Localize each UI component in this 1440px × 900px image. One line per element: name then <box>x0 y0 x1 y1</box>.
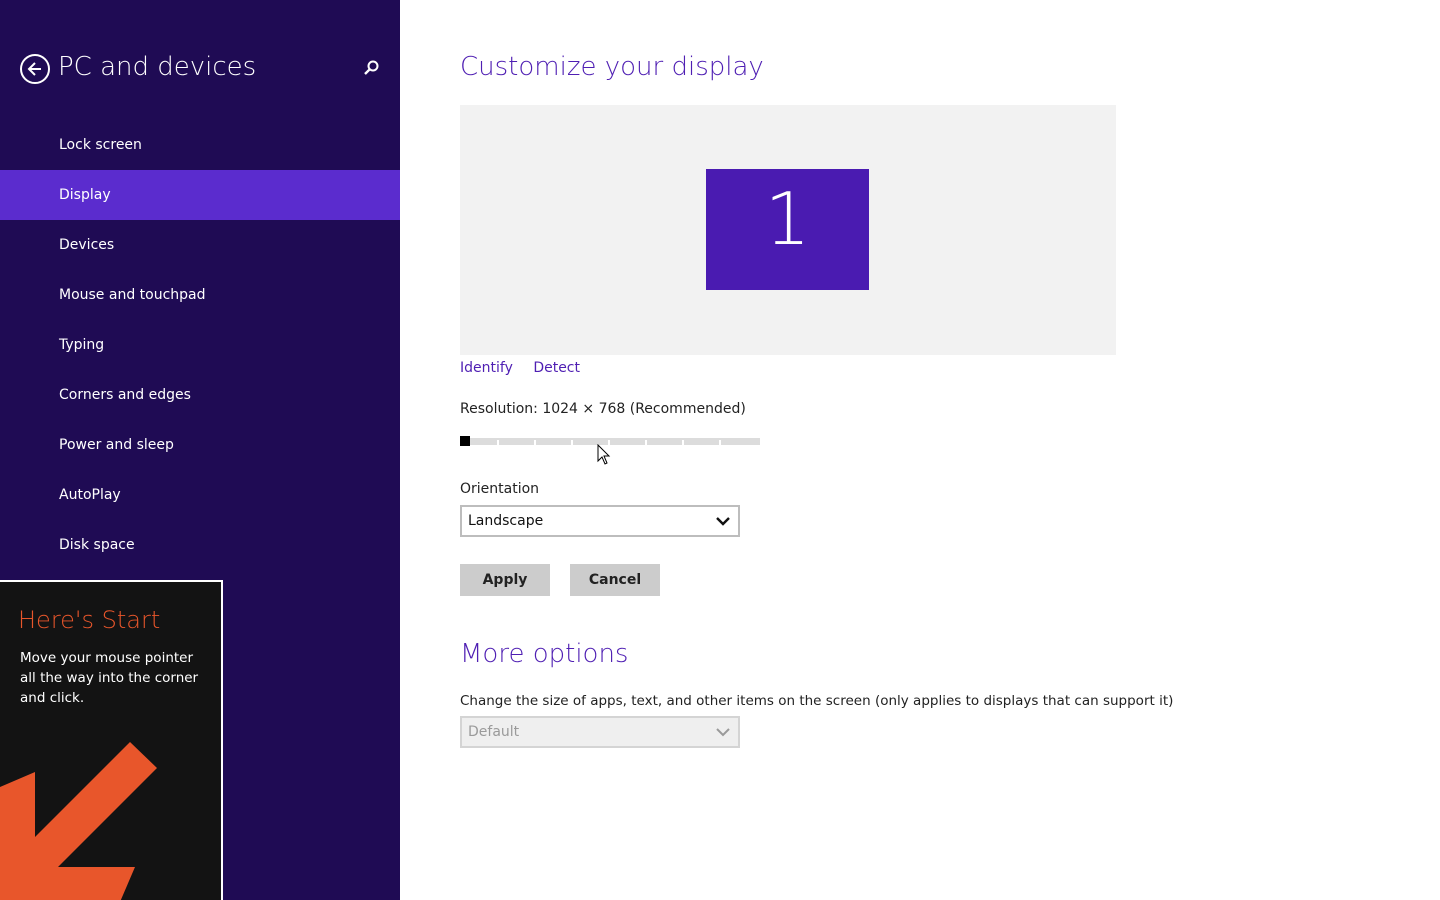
detect-link[interactable]: Detect <box>533 360 580 376</box>
slider-tick <box>682 440 684 447</box>
display-links: Identify Detect <box>460 360 596 376</box>
monitor-tile[interactable]: 1 <box>706 169 869 290</box>
sidebar-item-lock-screen[interactable]: Lock screen <box>0 120 400 170</box>
start-tip-panel: Here's Start Move your mouse pointer all… <box>0 580 223 900</box>
search-icon[interactable] <box>362 59 384 81</box>
back-arrow-icon[interactable] <box>20 54 50 84</box>
sidebar-nav: Lock screen Display Devices Mouse and to… <box>0 120 400 570</box>
monitor-number: 1 <box>764 177 811 261</box>
main-content: Customize your display 1 Identify Detect… <box>400 0 1440 900</box>
slider-tick <box>534 440 536 447</box>
sidebar-item-devices[interactable]: Devices <box>0 220 400 270</box>
sidebar-title: PC and devices <box>58 52 257 82</box>
more-options-title: More options <box>460 639 629 669</box>
sidebar-header: PC and devices <box>20 52 390 88</box>
sidebar-item-disk-space[interactable]: Disk space <box>0 520 400 570</box>
sidebar-item-typing[interactable]: Typing <box>0 320 400 370</box>
resolution-label: Resolution: 1024 × 768 (Recommended) <box>460 401 746 417</box>
orientation-label: Orientation <box>460 481 540 497</box>
display-preview: 1 <box>460 105 1116 355</box>
sidebar-item-mouse-and-touchpad[interactable]: Mouse and touchpad <box>0 270 400 320</box>
slider-tick <box>719 440 721 447</box>
chevron-down-icon <box>716 728 730 737</box>
page-title: Customize your display <box>460 52 764 82</box>
sidebar-item-power-and-sleep[interactable]: Power and sleep <box>0 420 400 470</box>
orientation-value: Landscape <box>468 513 544 529</box>
chevron-down-icon <box>716 517 730 526</box>
slider-thumb[interactable] <box>460 436 470 446</box>
orientation-select[interactable]: Landscape <box>460 505 740 537</box>
cancel-button[interactable]: Cancel <box>570 564 660 596</box>
sidebar-item-display[interactable]: Display <box>0 170 400 220</box>
slider-tick <box>645 440 647 447</box>
tip-title: Here's Start <box>18 606 161 634</box>
apply-button[interactable]: Apply <box>460 564 550 596</box>
sidebar-item-corners-and-edges[interactable]: Corners and edges <box>0 370 400 420</box>
identify-link[interactable]: Identify <box>460 360 513 376</box>
scale-value: Default <box>468 724 520 740</box>
tip-body: Move your mouse pointer all the way into… <box>20 650 199 706</box>
slider-tick <box>571 440 573 447</box>
sidebar: PC and devices Lock screen Display Devic… <box>0 0 400 900</box>
arrow-down-left-icon <box>0 742 157 900</box>
sidebar-item-autoplay[interactable]: AutoPlay <box>0 470 400 520</box>
slider-tick <box>497 440 499 447</box>
mouse-cursor-icon <box>597 444 611 465</box>
scale-select: Default <box>460 716 740 748</box>
scale-label: Change the size of apps, text, and other… <box>460 693 1174 709</box>
